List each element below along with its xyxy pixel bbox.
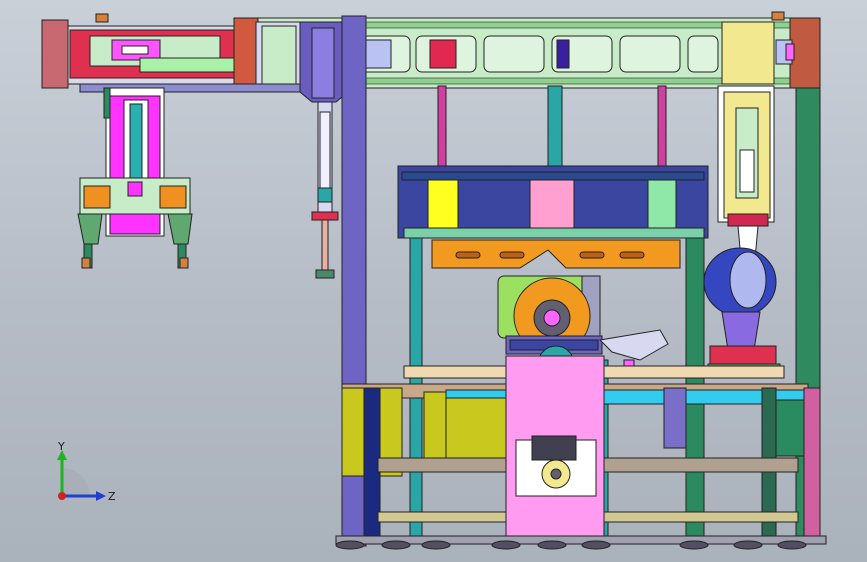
top-gantry-rail <box>41 11 821 93</box>
machine-assembly-drawing <box>41 11 827 550</box>
pink-lower-carriage <box>505 355 605 539</box>
coordinate-triad[interactable]: Y Z <box>48 438 118 508</box>
left-lift-unit <box>77 87 193 269</box>
y-axis-label: Y <box>57 440 65 453</box>
machine-feet <box>335 535 827 550</box>
triad-plane-icon <box>62 468 90 496</box>
center-cylinder-column <box>299 21 349 279</box>
press-beam <box>397 165 709 269</box>
z-axis-label: Z <box>108 490 116 503</box>
cad-viewport[interactable]: Y Z <box>0 0 867 562</box>
right-gripper-head <box>703 85 781 377</box>
triad-origin-icon <box>58 492 66 500</box>
